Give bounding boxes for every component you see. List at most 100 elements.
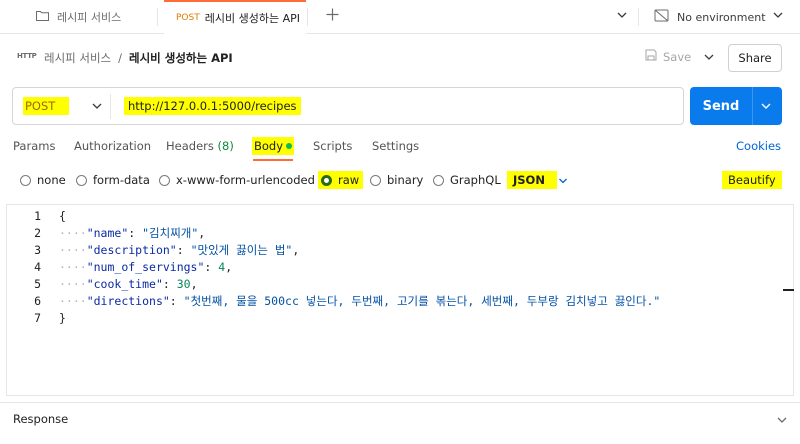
- line-code: ····"description": "맛있게 끓이는 법",: [59, 242, 300, 257]
- environment-selector[interactable]: No environment: [654, 0, 766, 34]
- tab-body[interactable]: Body: [252, 137, 295, 155]
- radio-graphql-label: GraphQL: [450, 173, 501, 187]
- radio-raw[interactable]: raw: [318, 171, 364, 189]
- tab-request-method: POST: [176, 13, 200, 23]
- line-number: 5: [34, 276, 41, 291]
- radio-circle-selected: [321, 174, 332, 186]
- tab-bar: 레시피 서비스 POST 레시비 생성하는 API No environment: [0, 0, 800, 34]
- close-brace: }: [59, 310, 66, 325]
- tab-headers[interactable]: Headers (8): [166, 139, 234, 153]
- tab-params[interactable]: Params: [13, 139, 55, 153]
- editor-line: 3 ····"description": "맛있게 끓이는 법",: [7, 241, 795, 258]
- line-number: 3: [34, 242, 41, 257]
- json-trail: ,: [225, 259, 233, 274]
- send-button[interactable]: Send: [690, 87, 782, 125]
- environment-label: No environment: [677, 10, 766, 24]
- send-options-chevron-down-icon[interactable]: [760, 100, 772, 115]
- line-number: 6: [34, 293, 41, 308]
- indent-dots: ····: [59, 276, 87, 291]
- response-panel[interactable]: Response: [0, 402, 800, 444]
- json-key: "description": [86, 242, 177, 257]
- tab-divider: [307, 8, 308, 26]
- active-tab-underline: [253, 159, 293, 161]
- save-label: Save: [663, 49, 692, 64]
- method-select[interactable]: POST: [23, 97, 69, 115]
- share-button[interactable]: Share: [728, 44, 782, 72]
- method-chevron-down-icon[interactable]: [91, 100, 103, 115]
- editor-scroll-marker: [783, 289, 794, 291]
- json-key: "directions": [86, 293, 170, 308]
- radio-graphql[interactable]: GraphQL: [433, 173, 501, 187]
- radio-none[interactable]: none: [20, 173, 66, 187]
- environment-chevron-down-icon[interactable]: [772, 9, 784, 24]
- line-code: {: [59, 209, 66, 223]
- save-button[interactable]: Save: [645, 49, 691, 64]
- tab-settings[interactable]: Settings: [372, 139, 419, 153]
- editor-line: 5 ····"cook_time": 30,: [7, 275, 795, 292]
- save-icon: [645, 49, 657, 64]
- request-header: HTTP 레시피 서비스 / 레시비 생성하는 API Save Share: [0, 34, 800, 84]
- json-trail: ,: [198, 225, 206, 240]
- radio-raw-label: raw: [338, 173, 360, 187]
- radio-urlencoded[interactable]: x-www-form-urlencoded: [159, 173, 315, 187]
- json-key: "num_of_servings": [86, 259, 205, 274]
- url-input[interactable]: http://127.0.0.1:5000/recipes: [124, 97, 301, 115]
- open-brace: {: [59, 208, 66, 223]
- request-tabs: Params Authorization Headers (8) Body Sc…: [0, 132, 800, 162]
- tab-scripts[interactable]: Scripts: [313, 139, 352, 153]
- editor-line: 6 ····"directions": "첫번째, 물을 500cc 넣는다, …: [7, 292, 795, 309]
- tab-authorization[interactable]: Authorization: [74, 139, 151, 153]
- tab-request-label: 레시비 생성하는 API: [204, 12, 300, 25]
- new-tab-plus-icon[interactable]: [326, 6, 339, 25]
- line-number: 7: [34, 310, 41, 325]
- line-code: ····"name": "김치찌개",: [59, 225, 206, 240]
- tab-headers-label: Headers: [166, 139, 214, 153]
- http-icon: HTTP: [17, 52, 37, 60]
- line-code: ····"num_of_servings": 4,: [59, 259, 233, 274]
- tab-divider: [638, 8, 639, 26]
- radio-form-data-label: form-data: [93, 173, 150, 187]
- language-chevron-down-icon[interactable]: [558, 175, 568, 189]
- indent-dots: ····: [59, 242, 87, 257]
- cookies-link[interactable]: Cookies: [736, 139, 781, 153]
- radio-binary[interactable]: binary: [370, 173, 423, 187]
- headers-count: (8): [217, 139, 234, 153]
- indent-dots: ····: [59, 225, 87, 240]
- tabs-menu-chevron-down-icon[interactable]: [616, 9, 628, 24]
- url-bar: POST http://127.0.0.1:5000/recipes: [12, 87, 684, 125]
- breadcrumb-current[interactable]: 레시비 생성하는 API: [129, 50, 233, 66]
- tab-request[interactable]: POST 레시비 생성하는 API: [164, 0, 306, 34]
- editor-line: 7 }: [7, 309, 795, 326]
- indent-dots: ····: [59, 293, 87, 308]
- language-select[interactable]: JSON: [507, 171, 557, 189]
- tab-collection[interactable]: 레시피 서비스: [36, 0, 156, 34]
- json-value: "첫번째, 물을 500cc 넣는다, 두번째, 고기를 볶는다, 세번째, 두…: [183, 293, 661, 308]
- line-number: 2: [34, 225, 41, 240]
- save-options-chevron-down-icon[interactable]: [703, 51, 715, 66]
- body-mode-options: none form-data x-www-form-urlencoded raw…: [0, 168, 800, 192]
- folder-icon: [36, 10, 49, 24]
- radio-circle: [159, 174, 170, 186]
- tab-divider: [157, 8, 158, 26]
- response-chevron-down-icon[interactable]: [776, 414, 788, 429]
- radio-form-data[interactable]: form-data: [76, 173, 150, 187]
- beautify-button[interactable]: Beautify: [722, 171, 782, 189]
- line-number: 1: [34, 208, 41, 223]
- no-environment-icon: [654, 9, 669, 25]
- breadcrumb-parent[interactable]: 레시피 서비스: [44, 50, 111, 66]
- body-indicator-dot: [286, 143, 293, 149]
- json-key: "cook_time": [86, 276, 163, 291]
- breadcrumb: 레시피 서비스 / 레시비 생성하는 API: [44, 50, 233, 66]
- radio-circle: [370, 174, 381, 186]
- json-value: "맛있게 끓이는 법": [190, 242, 293, 257]
- response-label: Response: [13, 412, 69, 426]
- tab-body-label: Body: [254, 139, 284, 153]
- url-divider: [110, 94, 111, 119]
- editor-line: 1 {: [7, 207, 795, 224]
- json-trail: ,: [190, 276, 198, 291]
- body-editor[interactable]: 1 { 2 ····"name": "김치찌개", 3 ····"descrip…: [6, 204, 794, 396]
- radio-urlencoded-label: x-www-form-urlencoded: [176, 173, 315, 187]
- radio-circle: [76, 174, 87, 186]
- send-label: Send: [702, 98, 740, 114]
- send-divider: [752, 87, 753, 125]
